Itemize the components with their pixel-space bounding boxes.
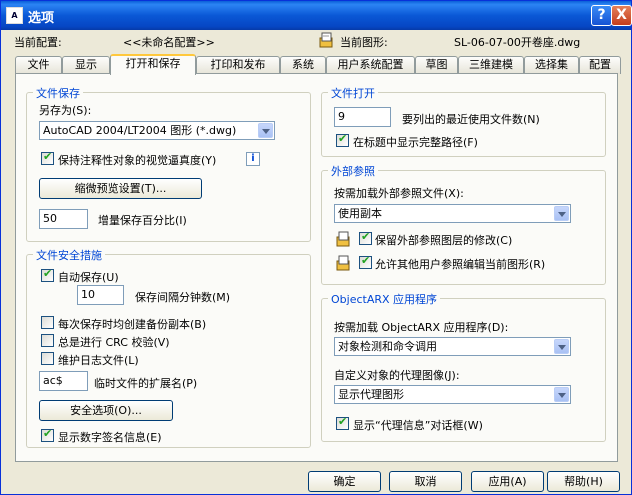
keep-annotative-label: 保持注释性对象的视觉逼真度(Y): [58, 154, 217, 167]
allow-xref-edit-checkbox[interactable]: [359, 254, 372, 269]
options-dialog: A 选项 ? X 当前配置: <<未命名配置>> 当前图形: SL-06-07-…: [0, 0, 632, 495]
file-safety-group: 文件安全措施 自动保存(U) 10 保存间隔分钟数(M) 每次保存时均创建备份副…: [26, 247, 311, 448]
incremental-save-label: 增量保存百分比(I): [98, 214, 187, 227]
tab-display[interactable]: 显示: [62, 56, 110, 74]
autocad-icon: A: [6, 7, 23, 24]
xref-demand-load-select[interactable]: 使用副本: [334, 204, 571, 223]
tab-user-preferences[interactable]: 用户系统配置: [326, 56, 415, 74]
window-title: 选项: [28, 11, 55, 26]
autosave-checkbox[interactable]: [41, 267, 54, 282]
full-path-checkbox[interactable]: [336, 132, 349, 147]
tab-3d-modeling[interactable]: 三维建模: [458, 56, 524, 74]
objectarx-title: ObjectARX 应用程序: [328, 291, 441, 307]
file-save-title: 文件保存: [33, 85, 83, 101]
show-proxy-dialog-checkbox[interactable]: [336, 415, 349, 430]
tab-open-save[interactable]: 打开和保存: [110, 54, 196, 75]
digital-signature-label: 显示数字签名信息(E): [58, 431, 162, 444]
save-as-value: AutoCAD 2004/LT2004 图形 (*.dwg): [43, 124, 237, 137]
temp-extension-label: 临时文件的扩展名(P): [94, 377, 198, 390]
objectarx-group: ObjectARX 应用程序 按需加载 ObjectARX 应用程序(D): 对…: [321, 291, 606, 442]
current-drawing-value: SL-06-07-00开卷座.dwg: [454, 36, 581, 49]
tab-panel-open-save: 文件保存 另存为(S): AutoCAD 2004/LT2004 图形 (*.d…: [15, 73, 618, 462]
proxy-images-label: 自定义对象的代理图像(J):: [334, 369, 460, 382]
xref-demand-load-value: 使用副本: [338, 207, 382, 220]
title-bar[interactable]: A 选项 ? X: [1, 1, 632, 30]
tab-files[interactable]: 文件: [15, 56, 62, 74]
arx-demand-load-value: 对象检测和命令调用: [338, 340, 437, 353]
help-button[interactable]: 帮助(H): [547, 471, 620, 492]
tab-plot-publish[interactable]: 打印和发布: [196, 56, 280, 74]
keep-annotative-checkbox[interactable]: [41, 150, 54, 165]
crc-checkbox[interactable]: [41, 334, 54, 347]
apply-button[interactable]: 应用(A): [471, 471, 544, 492]
show-proxy-dialog-label: 显示“代理信息”对话框(W): [353, 419, 483, 432]
file-safety-title: 文件安全措施: [33, 247, 105, 263]
backup-checkbox[interactable]: [41, 316, 54, 329]
temp-extension-input[interactable]: ac$: [39, 371, 88, 391]
help-title-button[interactable]: ?: [591, 5, 612, 26]
backup-label: 每次保存时均创建备份副本(B): [58, 318, 207, 331]
log-file-checkbox[interactable]: [41, 352, 54, 365]
thumbnail-settings-button[interactable]: 缩微预览设置(T)...: [39, 178, 202, 199]
recent-files-label: 要列出的最近使用文件数(N): [402, 113, 540, 126]
chevron-down-icon[interactable]: [258, 123, 273, 138]
log-file-label: 维护日志文件(L): [58, 354, 139, 367]
incremental-save-input[interactable]: 50: [39, 209, 88, 229]
save-as-select[interactable]: AutoCAD 2004/LT2004 图形 (*.dwg): [39, 121, 275, 140]
security-options-button[interactable]: 安全选项(O)...: [39, 400, 173, 421]
digital-signature-checkbox[interactable]: [41, 427, 54, 442]
retain-xref-changes-label: 保留外部参照图层的修改(C): [375, 234, 513, 247]
tab-profiles[interactable]: 配置: [579, 56, 621, 74]
xref-edit-icon: [336, 255, 350, 271]
save-as-label: 另存为(S):: [39, 104, 92, 117]
proxy-images-select[interactable]: 显示代理图形: [334, 385, 571, 404]
current-profile-label: 当前配置:: [14, 36, 62, 49]
info-icon[interactable]: i: [246, 152, 260, 166]
tab-drafting[interactable]: 草图: [415, 56, 458, 74]
file-open-title: 文件打开: [328, 85, 378, 101]
file-save-group: 文件保存 另存为(S): AutoCAD 2004/LT2004 图形 (*.d…: [26, 85, 311, 242]
retain-xref-changes-checkbox[interactable]: [359, 230, 372, 245]
xref-layer-icon: [336, 231, 350, 247]
chevron-down-icon[interactable]: [554, 339, 569, 354]
recent-files-input[interactable]: 9: [334, 107, 391, 127]
chevron-down-icon[interactable]: [554, 206, 569, 221]
xref-title: 外部参照: [328, 163, 378, 179]
current-profile-value: <<未命名配置>>: [123, 36, 215, 49]
tab-selection[interactable]: 选择集: [524, 56, 579, 74]
autosave-minutes-label: 保存间隔分钟数(M): [135, 291, 231, 304]
drawing-icon: [319, 32, 333, 48]
crc-label: 总是进行 CRC 校验(V): [58, 336, 170, 349]
cancel-button[interactable]: 取消: [389, 471, 462, 492]
tab-system[interactable]: 系统: [280, 56, 326, 74]
proxy-images-value: 显示代理图形: [338, 388, 404, 401]
close-button[interactable]: X: [611, 5, 632, 26]
xref-demand-load-label: 按需加载外部参照文件(X):: [334, 187, 464, 200]
xref-group: 外部参照 按需加载外部参照文件(X): 使用副本 保留外部参照图层的修改(C) …: [321, 163, 606, 285]
arx-demand-load-select[interactable]: 对象检测和命令调用: [334, 337, 571, 356]
autosave-minutes-input[interactable]: 10: [77, 285, 124, 305]
file-open-group: 文件打开 9 要列出的最近使用文件数(N) 在标题中显示完整路径(F): [321, 85, 606, 157]
arx-demand-load-label: 按需加载 ObjectARX 应用程序(D):: [334, 321, 509, 334]
ok-button[interactable]: 确定: [308, 471, 381, 492]
current-drawing-label: 当前图形:: [340, 36, 388, 49]
chevron-down-icon[interactable]: [554, 387, 569, 402]
autosave-label: 自动保存(U): [58, 271, 119, 284]
allow-xref-edit-label: 允许其他用户参照编辑当前图形(R): [375, 258, 546, 271]
full-path-label: 在标题中显示完整路径(F): [353, 136, 478, 149]
